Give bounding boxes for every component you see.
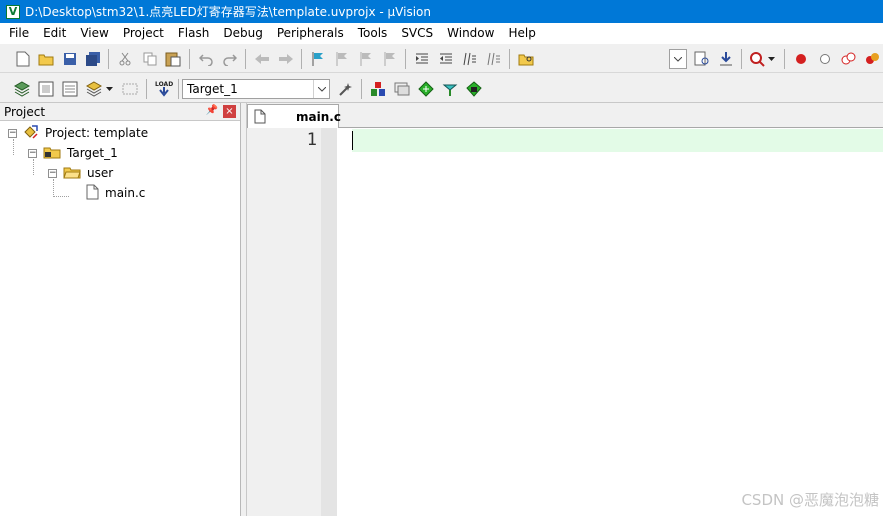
cut-icon[interactable] xyxy=(116,50,134,68)
prev-bookmark-icon[interactable] xyxy=(333,50,351,68)
code-editor[interactable]: 1 xyxy=(247,128,883,516)
target-select[interactable]: Target_1 xyxy=(182,79,330,99)
current-line-highlight xyxy=(352,129,883,152)
unindent-icon[interactable] xyxy=(437,50,455,68)
window-title: D:\Desktop\stm32\1.点亮LED灯寄存器写法\template.… xyxy=(25,5,431,19)
tree-item-group-user[interactable]: − user xyxy=(48,163,113,183)
redo-icon[interactable] xyxy=(221,50,239,68)
bookmark-icon[interactable] xyxy=(309,50,327,68)
stop-build-icon[interactable] xyxy=(121,80,139,98)
menu-svcs[interactable]: SVCS xyxy=(394,23,440,44)
editor-tab-strip: main.c xyxy=(247,103,883,128)
load-label: LOAD xyxy=(155,81,173,88)
options-for-target-icon[interactable] xyxy=(337,80,355,98)
collapse-toggle-icon[interactable]: − xyxy=(48,168,57,178)
new-file-icon[interactable] xyxy=(14,50,32,68)
chevron-down-icon[interactable] xyxy=(104,80,114,98)
paste-icon[interactable] xyxy=(164,50,182,68)
undo-icon[interactable] xyxy=(197,50,215,68)
tree-item-target[interactable]: − Target_1 xyxy=(28,143,118,163)
target-folder-icon xyxy=(43,145,61,162)
line-number: 1 xyxy=(306,130,317,150)
save-all-icon[interactable] xyxy=(84,50,102,68)
rebuild-icon[interactable] xyxy=(61,80,79,98)
select-packs-icon[interactable] xyxy=(417,80,435,98)
close-icon[interactable]: × xyxy=(223,105,236,118)
project-panel-title: Project xyxy=(4,104,46,119)
open-folder-icon[interactable] xyxy=(37,50,55,68)
tab-main-c[interactable]: main.c xyxy=(247,104,341,128)
indent-icon[interactable] xyxy=(413,50,431,68)
menu-peripherals[interactable]: Peripherals xyxy=(270,23,351,44)
chevron-down-icon[interactable] xyxy=(766,50,776,68)
manage-project-items-icon[interactable] xyxy=(369,80,387,98)
clear-bookmarks-icon[interactable] xyxy=(381,50,399,68)
run-time-environment-icon[interactable] xyxy=(465,80,483,98)
menu-bar: File Edit View Project Flash Debug Perip… xyxy=(0,23,883,44)
menu-edit[interactable]: Edit xyxy=(36,23,73,44)
find-combo[interactable] xyxy=(669,49,687,69)
project-icon xyxy=(23,124,39,143)
collapse-toggle-icon[interactable]: − xyxy=(28,148,37,158)
navigate-forward-icon[interactable] xyxy=(277,50,295,68)
save-icon[interactable] xyxy=(61,50,79,68)
collapse-toggle-icon[interactable]: − xyxy=(8,128,17,138)
project-panel: Project 📌 × − Project: template − Target… xyxy=(0,103,241,516)
menu-file[interactable]: File xyxy=(2,23,36,44)
c-file-icon xyxy=(86,184,99,203)
tree-item-project[interactable]: − Project: template xyxy=(8,123,148,143)
text-caret xyxy=(352,131,353,150)
find-icon[interactable] xyxy=(693,50,711,68)
folder-open-icon xyxy=(63,165,81,182)
title-bar: V D:\Desktop\stm32\1.点亮LED灯寄存器写法\templat… xyxy=(0,0,883,23)
file-toolbar xyxy=(0,45,883,73)
tree-item-label: Project: template xyxy=(45,126,149,140)
fold-margin xyxy=(321,128,337,516)
translate-icon[interactable] xyxy=(13,80,31,98)
menu-window[interactable]: Window xyxy=(440,23,501,44)
download-load-icon[interactable]: LOAD xyxy=(154,80,174,98)
menu-tools[interactable]: Tools xyxy=(351,23,395,44)
menu-view[interactable]: View xyxy=(73,23,115,44)
project-panel-header: Project 📌 × xyxy=(0,103,240,121)
chevron-down-icon xyxy=(670,50,686,68)
tab-label: main.c xyxy=(296,109,341,124)
pack-installer-icon[interactable] xyxy=(441,80,459,98)
watermark: CSDN @恶魔泡泡糖 xyxy=(741,491,879,509)
batch-build-icon[interactable] xyxy=(85,80,103,98)
comment-icon[interactable] xyxy=(461,50,479,68)
incremental-find-icon[interactable] xyxy=(717,50,735,68)
enable-breakpoint-icon[interactable] xyxy=(816,50,834,68)
pin-icon[interactable]: 📌 xyxy=(206,105,218,116)
tree-item-label: Target_1 xyxy=(67,146,118,160)
uncomment-icon[interactable] xyxy=(485,50,503,68)
target-select-value: Target_1 xyxy=(187,82,238,96)
menu-help[interactable]: Help xyxy=(501,23,542,44)
build-icon[interactable] xyxy=(37,80,55,98)
uvision-app-icon: V xyxy=(6,4,20,19)
c-file-icon xyxy=(254,109,266,127)
insert-breakpoint-icon[interactable] xyxy=(792,50,810,68)
tree-item-file-main[interactable]: main.c xyxy=(86,183,145,203)
chevron-down-icon xyxy=(313,80,329,98)
disable-breakpoints-icon[interactable] xyxy=(840,50,858,68)
line-number-gutter: 1 xyxy=(247,128,337,516)
copy-icon[interactable] xyxy=(141,50,159,68)
file-extensions-icon[interactable] xyxy=(393,80,411,98)
navigate-back-icon[interactable] xyxy=(253,50,271,68)
menu-debug[interactable]: Debug xyxy=(216,23,269,44)
menu-flash[interactable]: Flash xyxy=(171,23,216,44)
debug-session-icon[interactable] xyxy=(748,50,766,68)
next-bookmark-icon[interactable] xyxy=(357,50,375,68)
tree-item-label: user xyxy=(87,166,114,180)
find-in-files-icon[interactable] xyxy=(517,50,535,68)
kill-breakpoints-icon[interactable] xyxy=(864,50,882,68)
build-toolbar: LOAD Target_1 xyxy=(0,75,883,103)
menu-project[interactable]: Project xyxy=(116,23,171,44)
tree-item-label: main.c xyxy=(105,186,146,200)
